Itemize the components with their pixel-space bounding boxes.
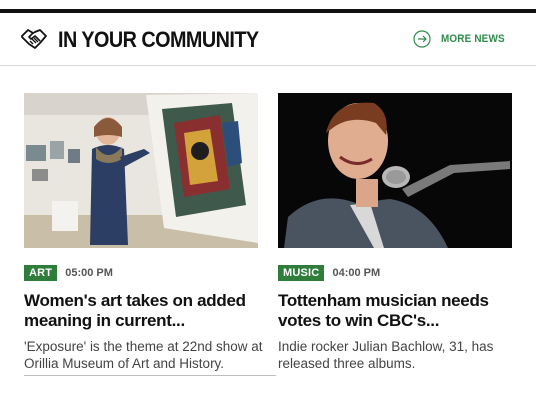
woman-with-painting-photo[interactable] [24, 93, 258, 248]
headline-link[interactable]: Tottenham musician needs votes to win CB… [278, 291, 514, 331]
headline-link[interactable]: Women's art takes on added meaning in cu… [24, 291, 260, 331]
more-news-label: MORE NEWS [441, 33, 505, 45]
arrow-right-circle-icon [413, 30, 431, 48]
category-tag[interactable]: ART [24, 265, 58, 281]
handshake-icon [21, 29, 47, 49]
card-meta: ART 05:00 PM [24, 265, 260, 281]
section-header: IN YOUR COMMUNITY MORE NEWS [0, 13, 536, 66]
news-card[interactable]: MUSIC 04:00 PM Tottenham musician needs … [278, 93, 514, 372]
timestamp: 05:00 PM [65, 267, 113, 279]
news-card[interactable]: ART 05:00 PM Women's art takes on added … [24, 93, 276, 376]
category-tag[interactable]: MUSIC [278, 265, 325, 281]
more-news-link[interactable]: MORE NEWS [413, 30, 512, 48]
summary-text: 'Exposure' is the theme at 22nd show at … [24, 338, 276, 376]
summary-text: Indie rocker Julian Bachlow, 31, has rel… [278, 339, 494, 371]
timestamp: 04:00 PM [332, 267, 381, 279]
card-meta: MUSIC 04:00 PM [278, 265, 514, 281]
musician-singing-photo[interactable] [278, 93, 512, 248]
section-title: IN YOUR COMMUNITY [58, 27, 259, 52]
